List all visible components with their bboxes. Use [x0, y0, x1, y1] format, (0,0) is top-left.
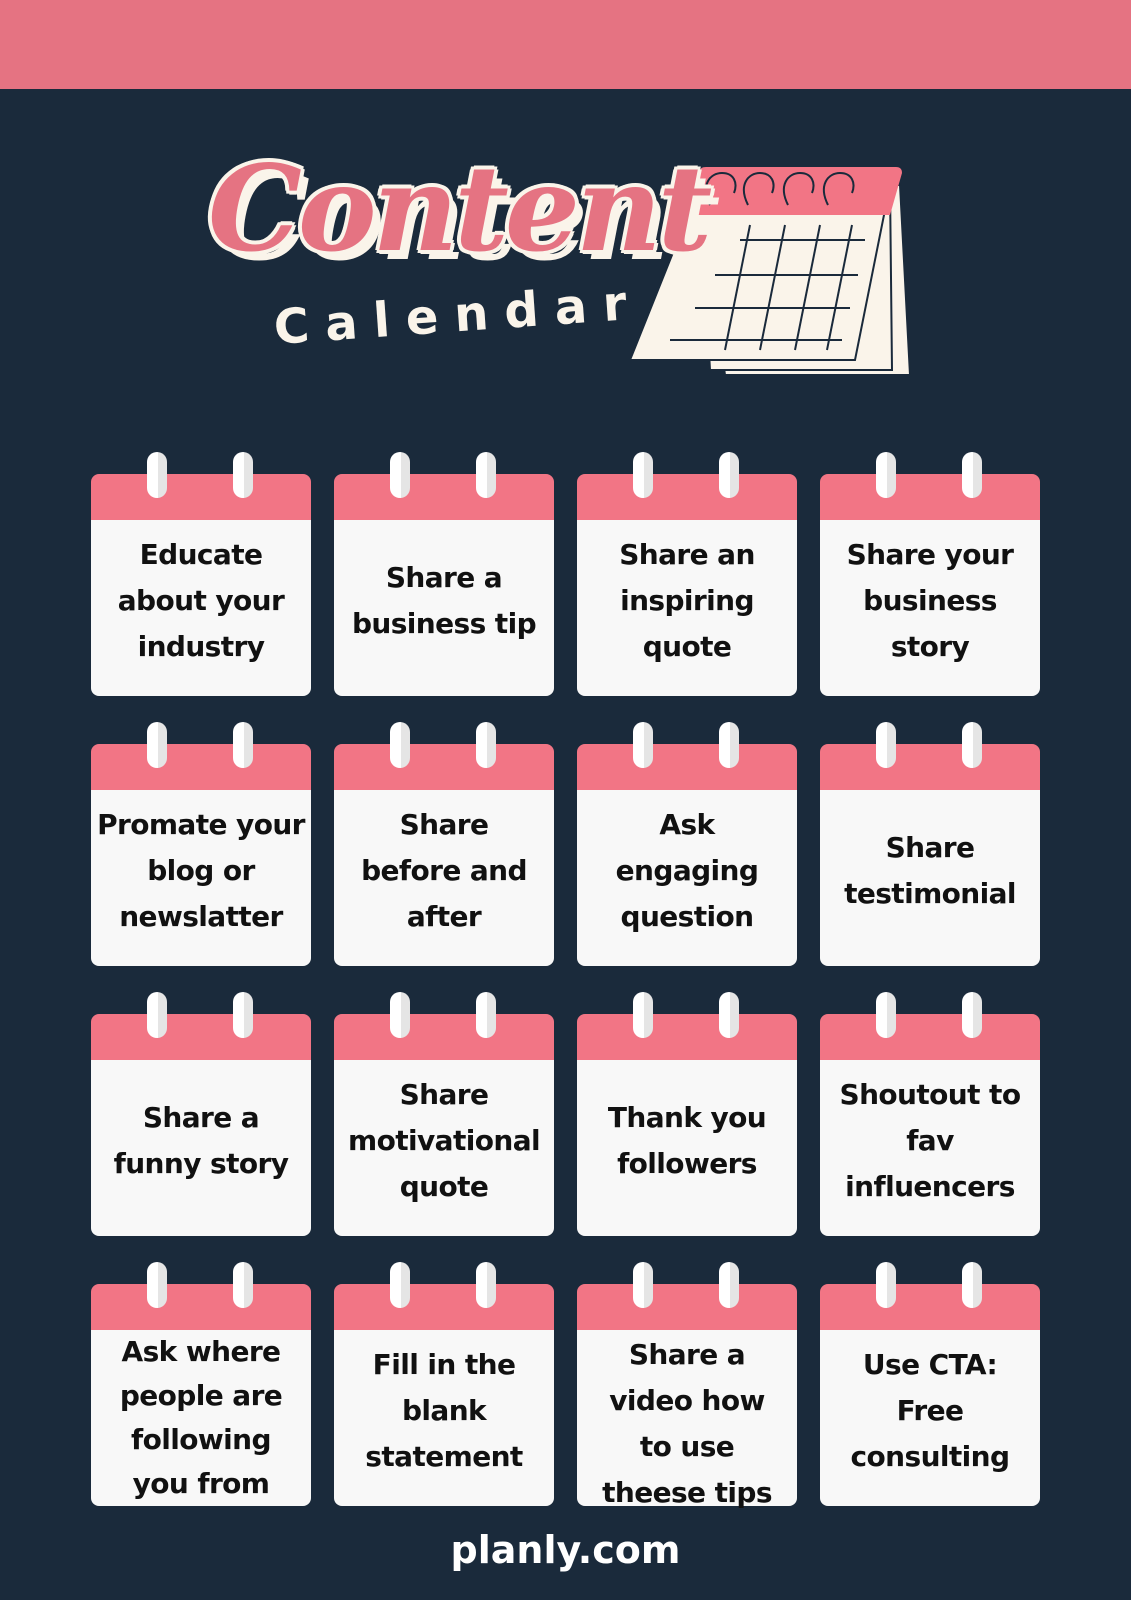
calendar-card: Share a business tip	[334, 452, 554, 696]
ring-icon	[233, 452, 253, 498]
footer-website: planly.com	[450, 1528, 681, 1572]
card-text: Share testimonial	[844, 831, 1016, 910]
card-text: Share motivational quote	[348, 1078, 541, 1203]
ring-icon	[876, 1262, 896, 1308]
card-text: Promate your blog or newslatter	[97, 808, 305, 933]
card-header	[91, 474, 311, 520]
card-text: Ask where people are following you from	[119, 1335, 283, 1500]
card-text: Fill in the blank statement	[365, 1348, 523, 1473]
calendar-card: Fill in the blank statement	[334, 1262, 554, 1506]
card-text: Share an inspiring quote	[619, 538, 755, 663]
ring-icon	[147, 452, 167, 498]
card-header	[577, 474, 797, 520]
ring-icon	[147, 722, 167, 768]
ring-icon	[719, 722, 739, 768]
card-text: Share a funny story	[113, 1101, 289, 1180]
ring-icon	[233, 992, 253, 1038]
calendar-card: Shoutout to fav influencers	[820, 992, 1040, 1236]
ring-icon	[719, 992, 739, 1038]
card-header	[577, 1284, 797, 1330]
ring-icon	[633, 992, 653, 1038]
title-content: Content	[208, 139, 712, 278]
card-text: Educate about your industry	[117, 538, 285, 663]
calendar-card: Share a video how to use theese tips	[577, 1262, 797, 1509]
ring-icon	[633, 1262, 653, 1308]
ring-icon	[476, 1262, 496, 1308]
ring-icon	[147, 1262, 167, 1308]
ring-icon	[719, 1262, 739, 1308]
card-header	[820, 744, 1040, 790]
ring-icon	[476, 722, 496, 768]
card-text: Ask engaging question	[615, 808, 759, 933]
ring-icon	[962, 1262, 982, 1308]
card-header	[820, 474, 1040, 520]
calendar-card: Share before and after	[334, 722, 554, 966]
card-header	[820, 1014, 1040, 1060]
calendar-card: Use CTA: Free consulting	[820, 1262, 1040, 1506]
card-header	[577, 1014, 797, 1060]
card-text: Share your business story	[846, 538, 1014, 663]
card-header	[91, 1014, 311, 1060]
ring-icon	[476, 452, 496, 498]
calendar-card: Educate about your industry	[91, 452, 311, 696]
card-header	[334, 1284, 554, 1330]
ring-icon	[876, 992, 896, 1038]
calendar-card: Share a funny story	[91, 992, 311, 1236]
ring-icon	[962, 992, 982, 1038]
card-text: Use CTA: Free consulting	[850, 1348, 1011, 1473]
calendar-card: Share motivational quote	[334, 992, 554, 1236]
ring-icon	[719, 452, 739, 498]
calendar-card: Promate your blog or newslatter	[91, 722, 311, 966]
calendar-card: Share your business story	[820, 452, 1040, 696]
ring-icon	[390, 1262, 410, 1308]
ring-icon	[962, 452, 982, 498]
ring-icon	[390, 722, 410, 768]
calendar-card: Share testimonial	[820, 722, 1040, 966]
ring-icon	[390, 992, 410, 1038]
ring-icon	[390, 452, 410, 498]
card-header	[820, 1284, 1040, 1330]
card-text: Thank you followers	[607, 1101, 767, 1180]
card-header	[91, 1284, 311, 1330]
calendar-card: Thank you followers	[577, 992, 797, 1236]
card-header	[334, 474, 554, 520]
card-text: Share a business tip	[351, 561, 537, 640]
ring-icon	[876, 452, 896, 498]
ring-icon	[476, 992, 496, 1038]
card-header	[91, 744, 311, 790]
ring-icon	[962, 722, 982, 768]
card-text: Share before and after	[361, 808, 527, 933]
ring-icon	[876, 722, 896, 768]
card-header	[334, 744, 554, 790]
ring-icon	[633, 452, 653, 498]
card-header	[334, 1014, 554, 1060]
ring-icon	[233, 722, 253, 768]
card-header	[577, 744, 797, 790]
calendar-card: Share an inspiring quote	[577, 452, 797, 696]
ring-icon	[633, 722, 653, 768]
card-text: Shoutout to fav influencers	[839, 1078, 1022, 1203]
calendar-card: Ask engaging question	[577, 722, 797, 966]
ring-icon	[147, 992, 167, 1038]
card-text: Share a video how to use theese tips	[602, 1338, 772, 1509]
calendar-card: Ask where people are following you from	[91, 1262, 311, 1506]
ring-icon	[233, 1262, 253, 1308]
